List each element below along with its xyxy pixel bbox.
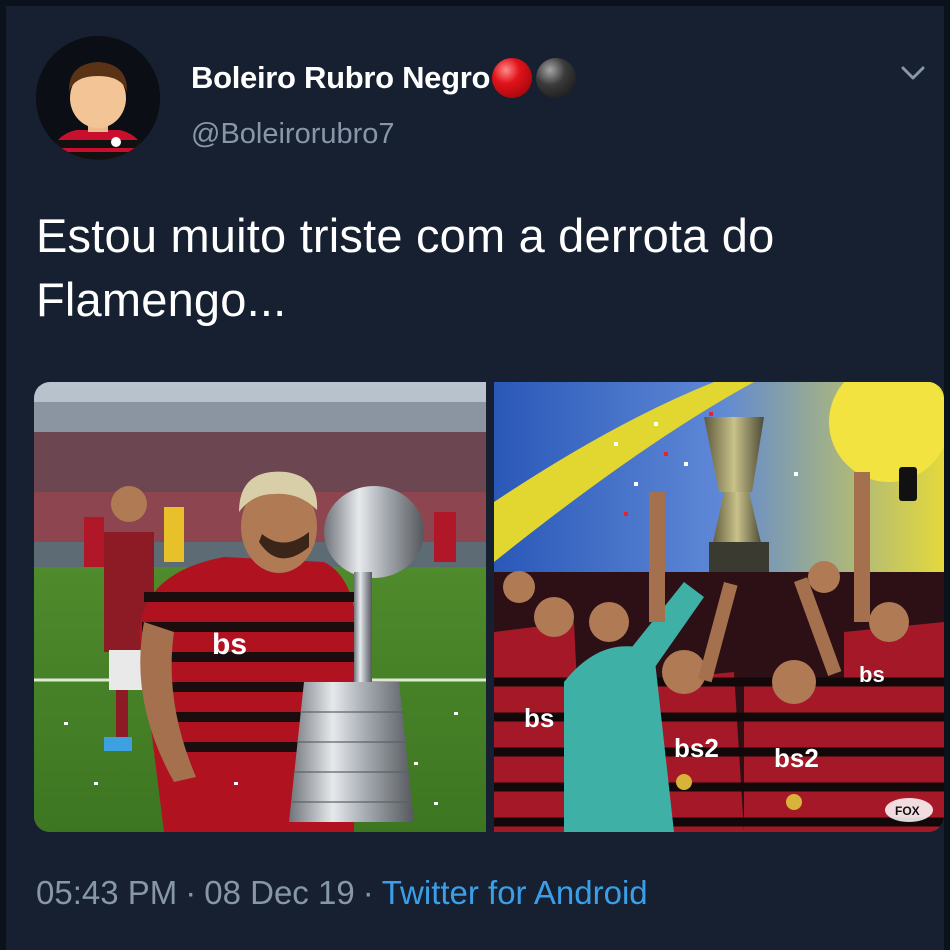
photo-trophy-kiss[interactable]: bs [34, 382, 486, 832]
separator: · [362, 874, 374, 911]
red-ball-emoji [492, 58, 533, 98]
separator: · [185, 874, 197, 911]
tweet-card: Boleiro Rubro Negro @Boleirorubro7 Estou… [0, 0, 950, 950]
svg-text:FOX: FOX [895, 804, 920, 818]
tweet-date[interactable]: 08 Dec 19 [204, 874, 354, 912]
chevron-down-icon[interactable] [898, 58, 928, 88]
svg-text:bs: bs [212, 628, 247, 661]
photo-team-celebration[interactable]: bs bs2 bs2 bs FOX [494, 382, 944, 832]
display-name[interactable]: Boleiro Rubro Negro [191, 60, 490, 96]
avatar-illustration [36, 36, 160, 160]
tweet-source-link[interactable]: Twitter for Android [382, 874, 648, 912]
tweet-text: Estou muito triste com a derrota do Flam… [36, 209, 775, 326]
tweet-time[interactable]: 05:43 PM [36, 874, 177, 912]
fox-logo: FOX [885, 798, 933, 822]
avatar[interactable] [36, 36, 160, 160]
svg-text:bs2: bs2 [774, 743, 819, 773]
tweet-media[interactable]: bs bs bs2 bs2 bs FOX [34, 382, 944, 832]
svg-text:bs: bs [524, 703, 554, 733]
author-name-row[interactable]: Boleiro Rubro Negro [191, 58, 577, 98]
author-handle[interactable]: @Boleirorubro7 [191, 118, 395, 151]
svg-text:bs2: bs2 [674, 733, 719, 763]
svg-text:bs: bs [859, 662, 885, 687]
black-ball-emoji [536, 58, 577, 98]
tweet-footer: 05:43 PM · 08 Dec 19 · Twitter for Andro… [36, 874, 648, 912]
